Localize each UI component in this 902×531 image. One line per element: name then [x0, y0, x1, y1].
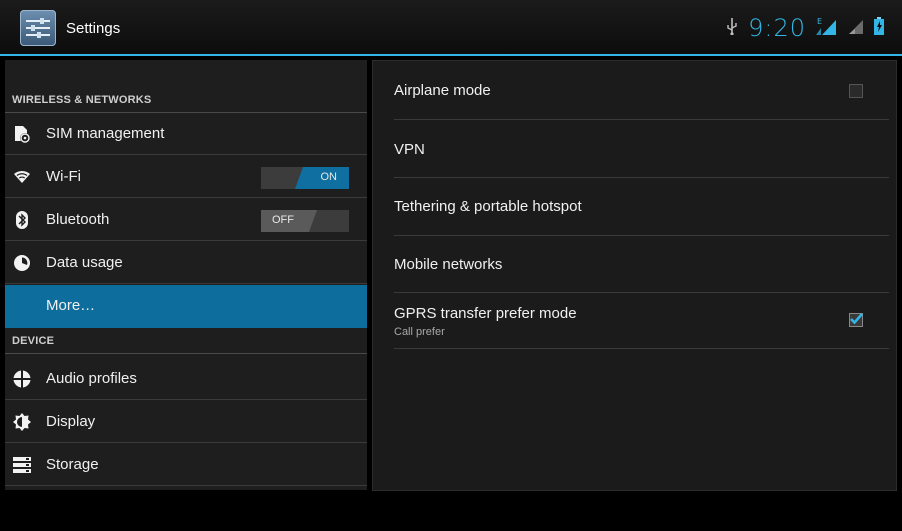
- pref-title: Airplane mode: [394, 82, 491, 99]
- action-bar: Settings 9:20 E: [0, 0, 902, 56]
- signal-icon: [848, 17, 864, 40]
- sidebar-item-wifi[interactable]: Wi-Fi ON: [5, 156, 367, 198]
- pref-gprs-transfer-mode[interactable]: GPRS transfer prefer mode Call prefer: [394, 293, 889, 349]
- sidebar-item-label: Wi-Fi: [46, 168, 81, 185]
- audio-profiles-icon: [13, 370, 31, 388]
- wifi-toggle[interactable]: ON: [261, 167, 349, 189]
- sidebar-item-label: Audio profiles: [46, 370, 137, 387]
- more-settings-panel: Airplane mode VPN Tethering & portable h…: [372, 60, 897, 491]
- sidebar-item-label: Storage: [46, 456, 99, 473]
- settings-app-icon[interactable]: [20, 10, 56, 46]
- sidebar-item-label: Bluetooth: [46, 211, 110, 228]
- sidebar-item-sim-management[interactable]: SIM management: [5, 113, 367, 155]
- sidebar-item-data-usage[interactable]: Data usage: [5, 242, 367, 284]
- pref-title: Mobile networks: [394, 256, 503, 273]
- bluetooth-icon: [13, 211, 31, 229]
- app-title: Settings: [66, 20, 121, 37]
- wifi-icon: [13, 168, 31, 186]
- pref-title: GPRS transfer prefer mode: [394, 305, 577, 322]
- sim-card-icon: [13, 125, 31, 143]
- settings-headers-list: WIRELESS & NETWORKS SIM management Wi-Fi…: [5, 60, 367, 490]
- data-usage-icon: [13, 254, 31, 272]
- pref-mobile-networks[interactable]: Mobile networks: [394, 236, 889, 293]
- airplane-mode-checkbox[interactable]: [849, 84, 863, 98]
- pref-summary: Call prefer: [394, 326, 445, 338]
- bluetooth-toggle[interactable]: OFF: [261, 210, 349, 232]
- toggle-state: OFF: [272, 214, 294, 226]
- pref-airplane-mode[interactable]: Airplane mode: [394, 61, 889, 120]
- sidebar-item-display[interactable]: Display: [5, 401, 367, 443]
- usb-icon: [726, 17, 738, 40]
- sidebar-item-audio-profiles[interactable]: Audio profiles: [5, 358, 367, 400]
- battery-icon: [874, 16, 884, 40]
- clock: 9:20: [748, 14, 806, 42]
- sidebar-item-storage[interactable]: Storage: [5, 444, 367, 486]
- gprs-mode-checkbox[interactable]: [849, 313, 863, 327]
- section-header-device: DEVICE: [5, 328, 367, 354]
- storage-icon: [13, 456, 31, 474]
- display-icon: [13, 413, 31, 431]
- status-bar: 9:20 E: [726, 12, 884, 44]
- sidebar-item-more[interactable]: More…: [5, 285, 367, 328]
- pref-title: Tethering & portable hotspot: [394, 198, 582, 215]
- check-icon: [850, 313, 863, 325]
- toggle-state: ON: [320, 171, 338, 183]
- sidebar-item-label: Display: [46, 413, 96, 430]
- pref-title: VPN: [394, 141, 425, 158]
- sidebar-item-bluetooth[interactable]: Bluetooth OFF: [5, 199, 367, 241]
- signal-e-icon: E: [816, 16, 838, 41]
- svg-text:E: E: [817, 17, 822, 26]
- system-bar: [0, 493, 902, 531]
- pref-tethering-hotspot[interactable]: Tethering & portable hotspot: [394, 178, 889, 236]
- sidebar-item-label: More…: [46, 297, 96, 314]
- sidebar-item-label: Data usage: [46, 254, 123, 271]
- sidebar-item-label: SIM management: [46, 125, 165, 142]
- pref-vpn[interactable]: VPN: [394, 120, 889, 178]
- section-header-wireless: WIRELESS & NETWORKS: [5, 60, 367, 113]
- action-bar-divider: [0, 54, 902, 56]
